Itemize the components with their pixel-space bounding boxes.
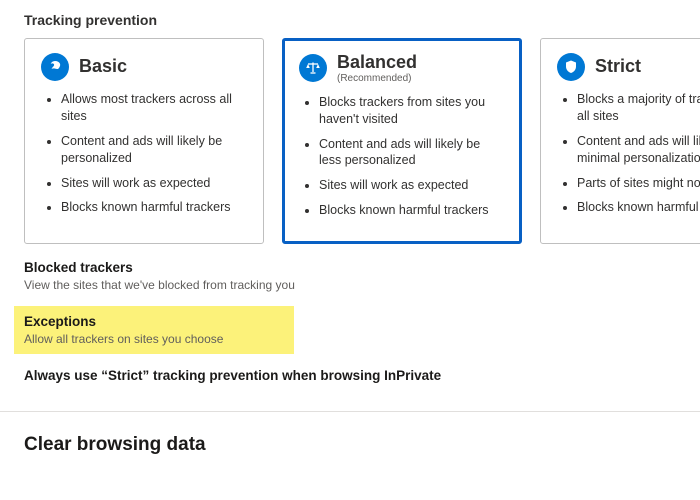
basic-icon xyxy=(41,53,69,81)
option-balanced-label: Balanced xyxy=(337,53,417,73)
option-strict-bullet: Parts of sites might not work xyxy=(577,175,700,192)
strict-inprivate-label: Always use “Strict” tracking prevention … xyxy=(24,368,676,383)
exceptions-link[interactable]: Exceptions Allow all trackers on sites y… xyxy=(14,306,294,354)
option-strict-bullet: Blocks a majority of trackers from all s… xyxy=(577,91,700,125)
option-strict-label: Strict xyxy=(595,57,641,77)
exceptions-title: Exceptions xyxy=(24,314,284,329)
option-basic-bullet: Blocks known harmful trackers xyxy=(61,199,247,216)
tracking-prevention-options: Basic Allows most trackers across all si… xyxy=(24,38,676,244)
tracking-prevention-title: Tracking prevention xyxy=(24,12,676,28)
option-balanced-bullet: Blocks known harmful trackers xyxy=(319,202,505,219)
option-balanced-sublabel: (Recommended) xyxy=(337,73,417,84)
blocked-trackers-sub: View the sites that we've blocked from t… xyxy=(24,278,676,292)
strict-inprivate-toggle[interactable]: Always use “Strict” tracking prevention … xyxy=(24,368,676,383)
balanced-icon xyxy=(299,54,327,82)
option-balanced-bullet: Sites will work as expected xyxy=(319,177,505,194)
blocked-trackers-title: Blocked trackers xyxy=(24,260,676,275)
blocked-trackers-link[interactable]: Blocked trackers View the sites that we'… xyxy=(24,260,676,292)
option-basic-bullet: Sites will work as expected xyxy=(61,175,247,192)
strict-icon xyxy=(557,53,585,81)
option-basic-label: Basic xyxy=(79,57,127,77)
option-strict-bullet: Content and ads will likely have minimal… xyxy=(577,133,700,167)
option-balanced-bullet: Blocks trackers from sites you haven't v… xyxy=(319,94,505,128)
option-basic-bullet: Allows most trackers across all sites xyxy=(61,91,247,125)
option-basic-bullet: Content and ads will likely be personali… xyxy=(61,133,247,167)
option-balanced-bullet: Content and ads will likely be less pers… xyxy=(319,136,505,170)
exceptions-sub: Allow all trackers on sites you choose xyxy=(24,332,284,346)
option-strict-bullet: Blocks known harmful trackers xyxy=(577,199,700,216)
clear-browsing-data-heading: Clear browsing data xyxy=(24,434,676,456)
option-strict[interactable]: Strict Blocks a majority of trackers fro… xyxy=(540,38,700,244)
option-basic[interactable]: Basic Allows most trackers across all si… xyxy=(24,38,264,244)
option-balanced[interactable]: Balanced (Recommended) Blocks trackers f… xyxy=(282,38,522,244)
section-divider xyxy=(0,411,700,412)
